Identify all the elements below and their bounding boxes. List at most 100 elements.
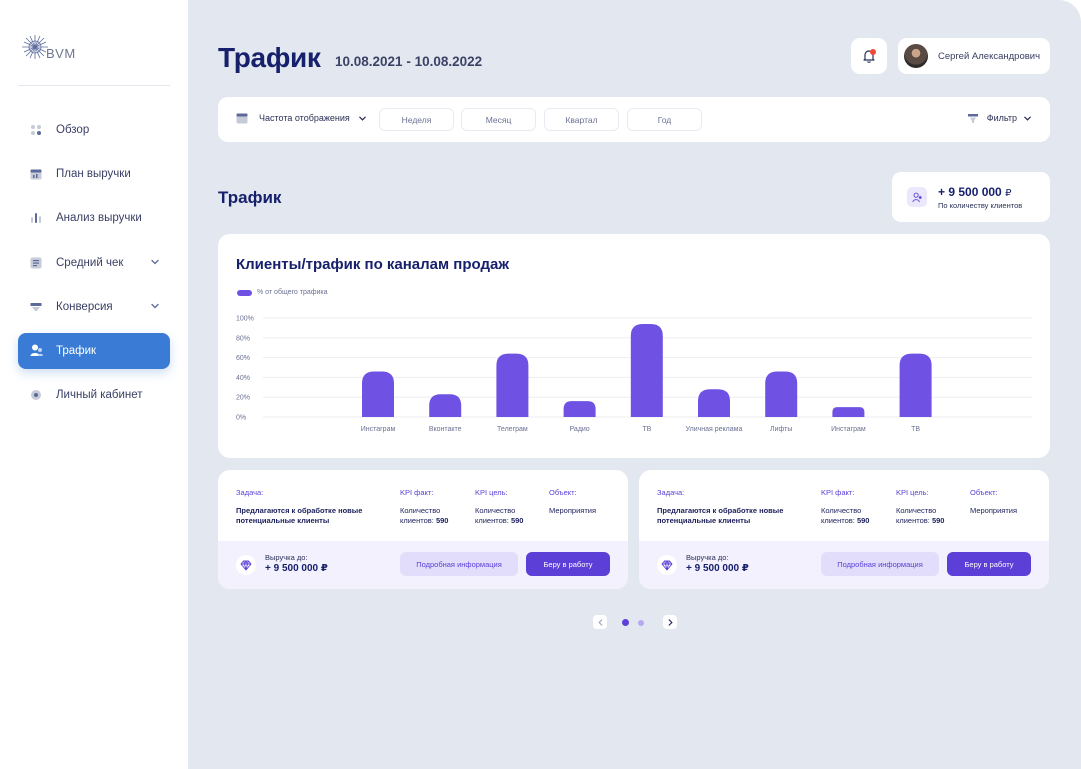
chart-bar <box>563 401 596 417</box>
kpi-currency: ₽ <box>1005 188 1012 199</box>
bars-icon <box>29 211 43 225</box>
chart-bar <box>496 353 529 417</box>
chevron-down-icon[interactable] <box>150 301 160 311</box>
object-label: Объект: <box>549 488 577 497</box>
chevron-left-icon <box>597 618 602 626</box>
x-tick-label: Радио <box>569 426 589 433</box>
sidebar-item-conversion[interactable]: Конверсия <box>18 289 170 325</box>
section-title: Трафик <box>218 188 282 207</box>
task-label: Задача: <box>657 488 685 497</box>
object-value: Мероприятия <box>970 506 1018 515</box>
object-value: Мероприятия <box>549 506 597 515</box>
notifications-button[interactable] <box>851 38 887 74</box>
sidebar-nav: Обзор План выручки Анализ выручки Средни… <box>18 112 170 421</box>
chevron-down-icon <box>358 116 366 121</box>
kpi-value: + 9 500 000 ₽ <box>938 185 1011 199</box>
kpi-fact-value: Количество клиентов: 590 <box>400 506 460 526</box>
chart-bar <box>429 394 462 417</box>
kpi-goal-value: Количество клиентов: 590 <box>896 506 956 526</box>
task-card: Задача: Предлагаются к обработке новые п… <box>639 470 1049 589</box>
calendar-icon <box>236 113 248 124</box>
period-week-button[interactable]: Неделя <box>379 108 454 131</box>
bell-icon <box>863 49 876 63</box>
kpi-fact-label: KPI факт: <box>821 488 855 497</box>
x-tick-label: ТВ <box>911 426 920 433</box>
x-tick-label: Вконтакте <box>429 426 462 433</box>
prev-button[interactable] <box>593 615 607 629</box>
pager-dot[interactable] <box>638 619 644 626</box>
kpi-label: По количеству клиентов <box>938 201 1023 210</box>
task-card: Задача: Предлагаются к обработке новые п… <box>218 470 628 589</box>
filter-dropdown[interactable]: Фильтр <box>967 112 1032 124</box>
carousel-pager <box>593 615 677 629</box>
kpi-fact-text: Количество клиентов: <box>400 506 441 525</box>
kpi-goal-number: 590 <box>510 516 524 525</box>
chart-bar <box>630 323 663 417</box>
kpi-goal-number: 590 <box>931 516 945 525</box>
task-footer: Выручка до: + 9 500 000 ₽ Подробная инфо… <box>218 541 628 589</box>
user-menu[interactable]: Сергей Александрович <box>898 38 1050 74</box>
bar-chart: 0% 20% 40% 60% 80% 100% Инстаграм Вконтакте Теле… <box>236 316 1032 433</box>
take-to-work-button[interactable]: Беру в работу <box>947 552 1031 576</box>
period-year-button[interactable]: Год <box>627 108 702 131</box>
kpi-fact-text: Количество клиентов: <box>821 506 862 525</box>
kpi-fact-number: 590 <box>435 516 449 525</box>
kpi-card: + 9 500 000 ₽ По количеству клиентов <box>892 172 1050 222</box>
period-month-button[interactable]: Месяц <box>461 108 536 131</box>
chevron-down-icon[interactable] <box>150 257 160 267</box>
chart-bar <box>362 371 394 417</box>
logo[interactable]: BVM <box>18 32 76 62</box>
revenue-value: + 9 500 000 ₽ <box>686 563 749 574</box>
x-tick-label: Уличная реклама <box>686 426 743 433</box>
period-quarter-button[interactable]: Квартал <box>544 108 619 131</box>
details-button[interactable]: Подробная информация <box>400 552 518 576</box>
pager-dot-active[interactable] <box>622 619 629 626</box>
users-icon <box>907 187 927 207</box>
frequency-dropdown[interactable]: Частота отображения <box>236 112 367 124</box>
diamond-icon <box>236 555 256 575</box>
sidebar-item-label: Обзор <box>56 124 90 136</box>
sidebar-item-revenue-analysis[interactable]: Анализ выручки <box>18 200 170 236</box>
filter-label: Фильтр <box>986 113 1017 123</box>
x-tick-label: Лифты <box>770 426 792 433</box>
object-label: Объект: <box>970 488 998 497</box>
kpi-fact-number: 590 <box>856 516 870 525</box>
y-tick-label: 60% <box>236 355 250 362</box>
chevron-down-icon <box>1024 116 1031 121</box>
sidebar-item-overview[interactable]: Обзор <box>18 112 170 148</box>
take-to-work-button[interactable]: Беру в работу <box>526 552 610 576</box>
next-button[interactable] <box>663 615 677 629</box>
y-tick-label: 40% <box>236 375 250 382</box>
sidebar-item-label: Анализ выручки <box>56 212 142 225</box>
frequency-label: Частота отображения <box>259 113 350 123</box>
sidebar-divider <box>18 85 170 86</box>
kpi-amount: + 9 500 000 <box>938 185 1002 199</box>
y-tick-label: 80% <box>236 335 250 342</box>
sidebar-item-account[interactable]: Личный кабинет <box>18 377 170 413</box>
details-button[interactable]: Подробная информация <box>821 552 939 576</box>
sidebar-item-label: Средний чек <box>56 256 124 269</box>
sidebar-item-label: Конверсия <box>56 300 113 313</box>
users-icon <box>29 344 43 358</box>
x-tick-label: ТВ <box>642 426 651 433</box>
sidebar-item-label: Личный кабинет <box>56 389 143 402</box>
kpi-fact-label: KPI факт: <box>400 488 434 497</box>
funnel-icon <box>29 300 43 314</box>
task-value: Предлагаются к обработке новые потенциал… <box>657 506 784 525</box>
x-tick-label: Инстаграм <box>831 426 866 433</box>
funnel-icon <box>967 114 978 123</box>
chart-card: Клиенты/трафик по каналам продаж % от об… <box>218 234 1050 458</box>
task-footer: Выручка до: + 9 500 000 ₽ Подробная инфо… <box>639 541 1049 589</box>
sidebar-item-revenue-plan[interactable]: План выручки <box>18 156 170 192</box>
chart-bar <box>765 371 798 417</box>
gear-icon <box>29 388 43 402</box>
chevron-right-icon <box>668 618 673 626</box>
task-label: Задача: <box>236 488 264 497</box>
sidebar-item-average-check[interactable]: Средний чек <box>18 245 170 281</box>
date-range[interactable]: 10.08.2021 - 10.08.2022 <box>335 54 482 69</box>
receipt-icon <box>29 256 43 270</box>
main-content: Трафик 10.08.2021 - 10.08.2022 Сергей Ал… <box>188 0 1081 769</box>
kpi-goal-label: KPI цель: <box>896 488 929 497</box>
sidebar-item-traffic[interactable]: Трафик <box>18 332 170 369</box>
kpi-goal-text: Количество клиентов: <box>896 506 937 525</box>
